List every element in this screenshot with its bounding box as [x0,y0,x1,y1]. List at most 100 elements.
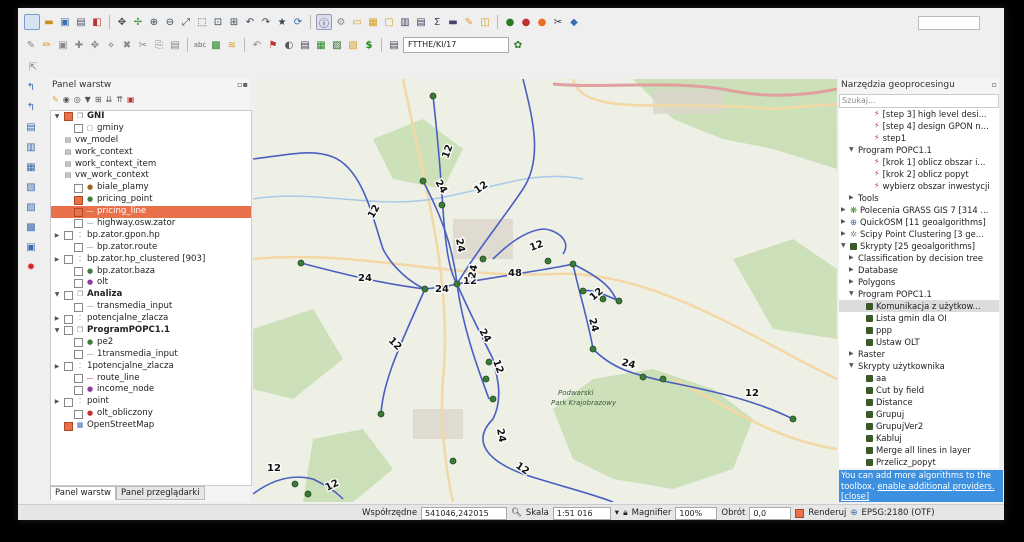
add-wfs-icon[interactable]: ▨ [24,200,38,214]
zoom-in-icon[interactable]: ⊕ [147,15,161,29]
pricing-point[interactable] [377,410,385,418]
algorithm-row[interactable]: ppp [839,324,999,336]
tool-plugin-a-icon[interactable]: ● [503,15,517,29]
undo-icon[interactable]: ↶ [250,38,264,52]
algorithm-row[interactable]: ⚡ [step 4] design GPON n... [839,120,999,132]
filter-legend-icon[interactable]: ⊞ [95,95,102,104]
layer-row[interactable]: ▦ OpenStreetMap [51,420,251,432]
pricing-point[interactable] [639,373,647,381]
algorithm-row[interactable]: ▼ Skrypty [25 geoalgorithms] [839,240,999,252]
layer-row[interactable]: ● pricing_point [51,194,251,206]
add-delimited-icon[interactable]: ▩ [24,220,38,234]
layer-row[interactable]: ▶ ⁚ bp.zator.hp_clustered [903] [51,254,251,266]
layer-style-icon[interactable]: ▩ [209,38,223,52]
crs-label[interactable]: EPSG:2180 (OTF) [861,508,934,518]
enable-providers-link[interactable]: enable additional providers. [877,481,994,491]
scissors-icon[interactable]: ✂ [551,15,565,29]
algorithm-row[interactable]: Grupuj [839,408,999,420]
processing-search-input[interactable]: Szukaj... [839,94,999,108]
python-icon[interactable]: ◆ [567,15,581,29]
deselect-icon[interactable]: ▢ [382,15,396,29]
layer-visibility-checkbox[interactable] [74,207,83,217]
cut-features-icon[interactable]: ✂ [136,38,150,52]
collapse-arrow-icon[interactable]: ▶ [53,396,61,408]
collapse-arrow-icon[interactable]: ▶ [53,361,61,373]
algorithm-row[interactable]: ▶ Classification by decision tree [839,252,999,264]
pricing-point[interactable] [421,285,429,293]
route-id-field[interactable]: FTTHE/KI/17 [403,37,509,53]
remove-layer-icon[interactable]: ▣ [127,95,135,104]
collapse-arrow-icon[interactable]: ▶ [841,216,847,228]
tool-plugin-c-icon[interactable]: ● [535,15,549,29]
scale-field[interactable]: 1:51 016 [552,506,611,520]
collapse-arrow-icon[interactable]: ▶ [53,230,61,242]
toggle-editing-icon[interactable]: ✏ [40,38,54,52]
layer-row[interactable]: ● pe2 [51,337,251,349]
layer-visibility-checkbox[interactable] [74,267,83,277]
zoom-next-icon[interactable]: ↷ [259,15,273,29]
algorithm-row[interactable]: Lista gmin dla OI [839,312,999,324]
layer-style-tool-icon[interactable]: ✎ [52,95,59,104]
layer-row[interactable]: ▶ ⁚ potencjalne_zlacza [51,313,251,325]
layer-visibility-checkbox[interactable] [74,278,83,288]
measure-icon[interactable]: ▬ [446,15,460,29]
collapse-arrow-icon[interactable]: ▶ [849,348,855,360]
refresh-icon[interactable]: ⟳ [291,15,305,29]
layer-row[interactable]: ● bp.zator.baza [51,266,251,278]
add-xyz-icon[interactable]: ✸ [24,260,38,274]
pricing-point[interactable] [589,345,597,353]
collapse-arrow-icon[interactable]: ▶ [849,276,855,288]
small-toolbar-handle-icon[interactable]: ⇱ [26,60,40,74]
collapse-arrow-icon[interactable]: ▶ [849,192,855,204]
layer-visibility-checkbox[interactable] [64,231,73,241]
print-layout-icon[interactable]: ▤ [74,15,88,29]
grass-tools-icon[interactable]: ▦ [314,38,328,52]
bookmark-icon[interactable]: ★ [275,15,289,29]
pricing-point[interactable] [297,259,305,267]
expand-arrow-icon[interactable]: ▼ [53,289,61,301]
tool-plugin-b-icon[interactable]: ● [519,15,533,29]
osm-plugin-icon[interactable]: ◐ [282,38,296,52]
layer-row[interactable]: ▤ vw_model [51,135,251,147]
layer-row[interactable]: ▶ ⁚ bp.zator.gpon.hp [51,230,251,242]
algorithm-row[interactable]: ▶ ❋ Polecenia GRASS GIS 7 [314 ... [839,204,999,216]
collapse-arrow-icon[interactable]: ▶ [841,204,847,216]
add-feature-icon[interactable]: ✚ [72,38,86,52]
expand-arrow-icon[interactable]: ▼ [841,240,847,252]
layer-stack-icon[interactable]: ≋ [225,38,239,52]
collapse-all-icon[interactable]: ⇈ [116,95,123,104]
layer-row[interactable]: ▼ ❐ ProgramPOPC1.1 [51,325,251,337]
algorithm-row[interactable]: Ustaw OLT [839,336,999,348]
algorithm-row[interactable]: GrupujVer2 [839,420,999,432]
algorithm-row[interactable]: Distance [839,396,999,408]
map-canvas[interactable]: 12 12 12 24 24 24 12 12 24 24 48 12 24 2… [253,79,837,502]
select-by-value-icon[interactable]: ▦ [366,15,380,29]
add-group-icon[interactable]: ◉ [63,95,70,104]
action-icon[interactable]: ⚙ [334,15,348,29]
pricing-point[interactable] [544,257,552,265]
layer-visibility-checkbox[interactable] [64,290,73,300]
algorithm-row[interactable]: ▶ ✲ Scipy Point Clustering [3 ge... [839,228,999,240]
layer-row[interactable]: — pricing_line [51,206,251,219]
magnifier-field[interactable]: 100% [675,506,718,520]
coordinate-field[interactable]: 541046,242015 [421,506,508,520]
processing-toolbox-icon[interactable]: ▨ [330,38,344,52]
collapse-arrow-icon[interactable]: ▶ [53,313,61,325]
lock-scale-icon[interactable]: 🔒︎ [623,508,628,518]
new-project-icon[interactable] [24,14,40,30]
layers-panel-float-icon[interactable]: ▫▪ [237,80,248,89]
pricing-point[interactable] [438,201,446,209]
add-postgis-icon[interactable]: ▤ [24,120,38,134]
layer-row[interactable]: ● biale_plamy [51,182,251,194]
layer-visibility-checkbox[interactable] [74,385,83,395]
algorithm-row[interactable]: ▶ ⊕ QuickOSM [11 geoalgorithms] [839,216,999,228]
layer-visibility-checkbox[interactable] [64,326,73,336]
layer-visibility-checkbox[interactable] [74,350,83,360]
layer-row[interactable]: — bp.zator.route [51,242,251,254]
add-spatialite-icon[interactable]: ▥ [24,140,38,154]
pricing-point[interactable] [291,480,299,488]
layer-visibility-checkbox[interactable] [64,112,73,122]
layer-visibility-checkbox[interactable] [64,255,73,265]
add-raster-icon[interactable]: ↰ [24,100,38,114]
expand-arrow-icon[interactable]: ▼ [849,144,855,156]
